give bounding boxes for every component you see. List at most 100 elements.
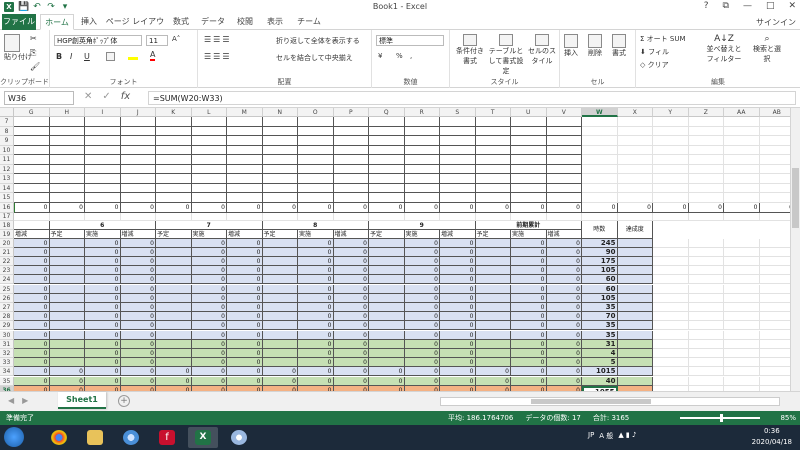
grid-cell[interactable]: [475, 193, 511, 203]
tab-home[interactable]: ホーム: [40, 14, 74, 30]
grid-cell[interactable]: [759, 331, 790, 340]
row-header[interactable]: 27: [0, 302, 14, 313]
hours-cell[interactable]: 105: [582, 266, 618, 276]
column-header[interactable]: P: [333, 108, 369, 117]
grid-cell[interactable]: 0: [85, 266, 121, 276]
grid-cell[interactable]: [227, 155, 263, 165]
grid-cell[interactable]: [227, 164, 263, 174]
grid-cell[interactable]: 0: [191, 330, 227, 340]
grid-cell[interactable]: [688, 183, 724, 193]
grid-cell[interactable]: 0: [440, 275, 476, 285]
row-header[interactable]: 26: [0, 293, 14, 303]
grid-cell[interactable]: [724, 238, 760, 248]
sub-header[interactable]: 予定: [475, 229, 511, 239]
grid-cell[interactable]: [191, 155, 227, 165]
align-left-icon[interactable]: ☰☰☰: [204, 52, 232, 61]
grid-cell[interactable]: [653, 117, 689, 127]
grid-cell[interactable]: [369, 212, 405, 221]
grid-cell[interactable]: 0: [191, 284, 227, 294]
row-header[interactable]: 31: [0, 339, 14, 349]
find-select-button[interactable]: ⌕ 検索と選択: [750, 34, 784, 64]
grid-cell[interactable]: [724, 126, 760, 136]
grid-cell[interactable]: [688, 339, 724, 349]
grid-cell[interactable]: [617, 164, 653, 174]
grid-cell[interactable]: 0: [85, 238, 121, 248]
grid-cell[interactable]: 0: [191, 266, 227, 276]
row-header[interactable]: 24: [0, 275, 14, 285]
hours-cell[interactable]: 35: [582, 302, 618, 313]
grid-cell[interactable]: [85, 126, 121, 136]
sub-header[interactable]: 予定: [369, 229, 405, 239]
grid-cell[interactable]: [369, 302, 405, 313]
grid-cell[interactable]: 0: [333, 293, 369, 303]
grid-cell[interactable]: [369, 136, 405, 146]
grid-cell[interactable]: [369, 126, 405, 136]
grid-cell[interactable]: 0: [546, 330, 582, 340]
grid-cell[interactable]: [14, 183, 50, 193]
grid-cell[interactable]: [759, 377, 790, 386]
grid-cell[interactable]: [120, 174, 156, 184]
grid-cell[interactable]: 0: [227, 284, 263, 294]
select-all-corner[interactable]: [0, 108, 14, 117]
row-header[interactable]: 15: [0, 193, 14, 203]
grid-cell[interactable]: 0: [85, 339, 121, 349]
grid-cell[interactable]: [475, 126, 511, 136]
grid-cell[interactable]: [49, 238, 85, 248]
grid-cell[interactable]: [298, 117, 334, 127]
grid-cell[interactable]: [298, 212, 334, 221]
grid-cell[interactable]: 0: [546, 348, 582, 359]
grid-cell[interactable]: [14, 155, 50, 165]
grid-cell[interactable]: [546, 126, 582, 136]
grid-cell[interactable]: [511, 164, 547, 174]
grid-cell[interactable]: [724, 266, 760, 276]
grid-cell[interactable]: 0: [333, 275, 369, 285]
grid-cell[interactable]: [404, 212, 440, 221]
copy-icon[interactable]: ⎘: [30, 48, 36, 58]
grid-cell[interactable]: [724, 367, 760, 377]
grid-cell[interactable]: [156, 330, 192, 340]
grid-cell[interactable]: [724, 348, 760, 359]
grid-cell[interactable]: [120, 164, 156, 174]
grid-cell[interactable]: [333, 174, 369, 184]
grid-cell[interactable]: 0: [404, 238, 440, 248]
fill-button[interactable]: ⬇ フィル: [640, 47, 669, 57]
tab-insert[interactable]: 挿入: [76, 14, 102, 30]
grid-cell[interactable]: [14, 117, 50, 127]
grid-cell[interactable]: [759, 165, 790, 174]
grid-cell[interactable]: [49, 312, 85, 322]
grid-cell[interactable]: [14, 145, 50, 155]
grid-cell[interactable]: 0: [227, 275, 263, 285]
grid-cell[interactable]: 0: [298, 275, 334, 285]
tab-formulas[interactable]: 数式: [168, 14, 194, 30]
grid-cell[interactable]: 0: [440, 247, 476, 257]
tab-view[interactable]: 表示: [262, 14, 288, 30]
grid-cell[interactable]: 0: [120, 339, 156, 349]
grid-cell[interactable]: 0: [120, 247, 156, 257]
grid-cell[interactable]: [49, 284, 85, 294]
grid-cell[interactable]: [759, 213, 790, 221]
grid-cell[interactable]: [49, 164, 85, 174]
grid-cell[interactable]: [262, 117, 298, 127]
tab-page-layout[interactable]: ページ レイアウト: [104, 14, 166, 42]
grid-cell[interactable]: [369, 348, 405, 359]
grid-cell[interactable]: 0: [120, 367, 156, 377]
grid-cell[interactable]: [724, 275, 760, 285]
grid-cell[interactable]: 0: [404, 275, 440, 285]
grid-cell[interactable]: [546, 212, 582, 221]
grid-cell[interactable]: [298, 193, 334, 203]
cancel-icon[interactable]: ✕: [84, 91, 92, 102]
grid-cell[interactable]: 0: [14, 321, 50, 331]
hours-cell[interactable]: 245: [582, 238, 618, 248]
grid-cell[interactable]: 0: [14, 367, 50, 377]
grid-cell[interactable]: [369, 155, 405, 165]
grid-cell[interactable]: 0: [85, 348, 121, 359]
grid-cell[interactable]: [49, 126, 85, 136]
row-header[interactable]: 19: [0, 229, 14, 239]
grid-cell[interactable]: [298, 145, 334, 155]
grid-cell[interactable]: [475, 302, 511, 313]
grid-cell[interactable]: [404, 193, 440, 203]
grid-cell[interactable]: [653, 193, 689, 203]
grid-cell[interactable]: 0: [333, 348, 369, 359]
grid-cell[interactable]: 0: [262, 367, 298, 377]
grid-cell[interactable]: [511, 155, 547, 165]
